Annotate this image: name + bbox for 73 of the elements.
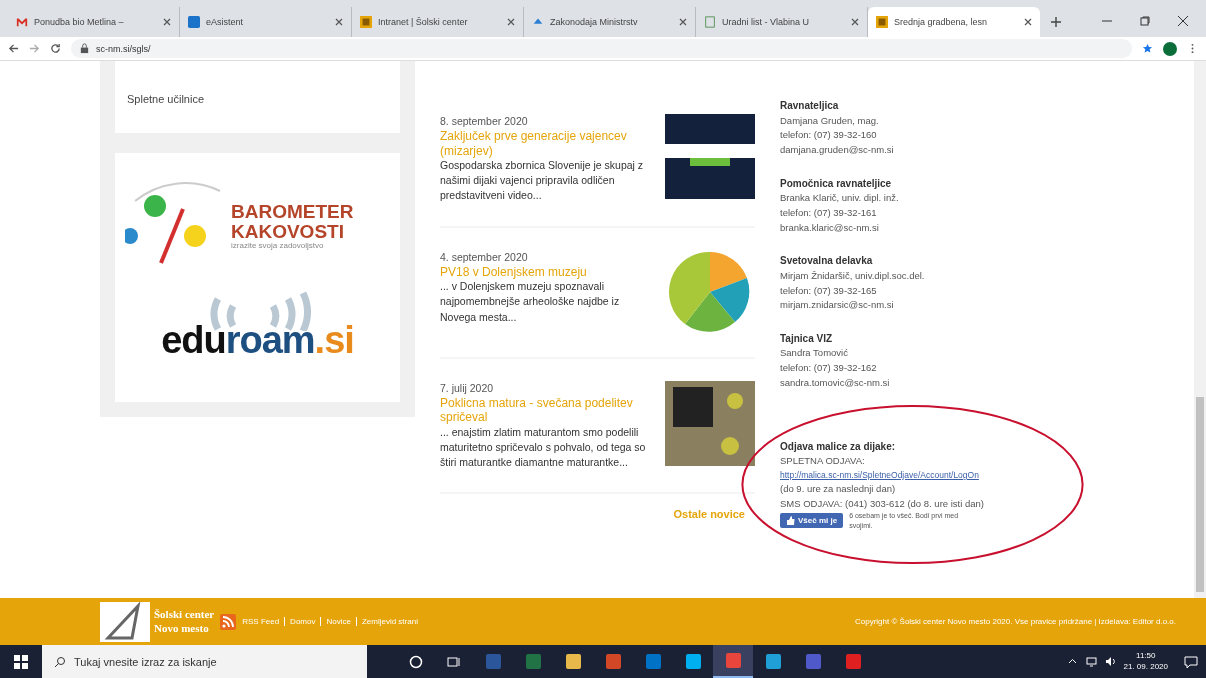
contact-role: Tajnica VIZ [780, 331, 834, 346]
like-button[interactable]: Všeč mi je [780, 513, 844, 529]
rss-icon[interactable] [220, 613, 237, 630]
app-icon [188, 16, 200, 28]
clock[interactable]: 11:50 21. 09. 2020 [1123, 651, 1168, 672]
contact-phone: telefon: (07) 39-32-162 [780, 361, 878, 376]
site-icon [360, 16, 372, 28]
browser-tab[interactable]: Ponudba bio Metlina – [8, 7, 180, 37]
banner-image[interactable] [665, 114, 755, 199]
close-icon[interactable] [163, 18, 171, 26]
contact-name: Sandra Tomović [780, 346, 849, 361]
contact-name: Damjana Gruden, mag. [780, 113, 880, 128]
speaker-icon[interactable] [1104, 656, 1116, 667]
avatar[interactable] [1163, 41, 1177, 56]
thumbs-up-icon [786, 516, 795, 526]
new-tab-icon[interactable] [1050, 16, 1062, 28]
task-view-icon[interactable] [447, 654, 461, 669]
browser-tab[interactable]: Zakonodaja Ministrstv [524, 7, 696, 37]
sidebar-link[interactable]: Spletne učilnice [115, 61, 400, 133]
contact-name: Mirjam Žnidaršič, univ.dipl.soc.del. [780, 268, 926, 283]
news-excerpt: Gospodarska zbornica Slovenije je skupaj z našimi dijaki vajenci pripravila odličen predstavitveni video... [440, 158, 645, 204]
lunch-heading: Odjava malice za dijake: [780, 439, 897, 454]
browser-tab[interactable]: Intranet | Šolski center [352, 7, 524, 37]
search-icon [54, 655, 66, 668]
document-icon [704, 16, 716, 28]
contact-name: Branka Klarič, univ. dipl. inž. [780, 191, 900, 206]
browser-tab[interactable]: eAsistent [180, 7, 352, 37]
contact-email: branka.klaric@sc-nm.si [780, 220, 880, 235]
contact-role: Pomočnica ravnateljice [780, 176, 893, 191]
browser-tab[interactable]: Srednja gradbena, lesn [868, 7, 1040, 37]
contact-email: damjana.gruden@sc-nm.si [780, 142, 895, 157]
close-icon[interactable] [507, 18, 515, 26]
star-icon[interactable] [1142, 43, 1153, 54]
network-icon[interactable] [1085, 656, 1097, 667]
news-excerpt: ... enajstim zlatim maturantom smo podelili maturitetno spričevalo s pohvalo, od tega so štiri maturantke diamantne maturantke... [440, 424, 647, 471]
eduroam-logo[interactable]: eduroam.si [125, 291, 390, 362]
contact-phone: telefon: (07) 39-32-160 [780, 128, 878, 143]
news-excerpt: ... v Dolenjskem muzeju spoznavali najpomembnejše arheološke najdbe iz Novega mesta... [440, 279, 621, 325]
reload-icon[interactable] [50, 43, 61, 54]
close-icon[interactable] [1178, 16, 1188, 26]
notification-icon[interactable] [1184, 654, 1198, 669]
lock-icon [79, 43, 90, 54]
web-cancel-note: (do 9. ure za naslednji dan) [780, 482, 897, 496]
contact-email: mirjam.znidarsic@sc-nm.si [780, 298, 895, 313]
close-icon[interactable] [679, 18, 687, 26]
contact-phone: telefon: (07) 39-32-165 [780, 283, 878, 298]
news-date: 4. september 2020 [440, 249, 529, 265]
news-date: 7. julij 2020 [440, 380, 495, 396]
photo-placeholder[interactable] [665, 380, 755, 466]
copyright-text: Copyright © Šolski center Novo mesto 2020. Vse pravice pridržane | Izdelava: Editor d.o.o. [854, 617, 1176, 626]
address-bar[interactable]: sc-nm.si/sgls/ [71, 39, 1132, 58]
contact-email: sandra.tomovic@sc-nm.si [780, 375, 891, 390]
sms-cancel-text: SMS ODJAVA: (041) 303-612 (do 8. ure isti dan) [780, 496, 985, 511]
scrollbar[interactable] [1194, 61, 1206, 598]
circle-icon[interactable] [409, 654, 423, 669]
barometer-logo[interactable]: BAROMETER KAKOVOSTI izrazite svoja zadovoljstvo [125, 181, 390, 271]
school-name: Šolski center Novo mesto [154, 608, 215, 635]
restore-icon[interactable] [1140, 16, 1150, 26]
cancel-link[interactable]: http://malica.sc-nm.si/SpletneOdjave/Account/LogOn [780, 468, 1045, 482]
mail-icon [16, 16, 28, 28]
contact-role: Ravnateljica [780, 99, 840, 113]
web-cancel-label: SPLETNA ODJAVA: [780, 454, 866, 469]
close-icon[interactable] [851, 18, 859, 26]
contact-phone: telefon: (07) 39-32-161 [780, 205, 878, 220]
windows-icon[interactable] [14, 654, 28, 669]
taskbar-app[interactable] [713, 645, 753, 678]
site-icon [876, 16, 888, 28]
search-field[interactable]: Tukaj vnesite izraz za iskanje [42, 645, 367, 678]
back-icon[interactable] [8, 43, 19, 54]
close-icon[interactable] [1024, 18, 1032, 26]
contact-role: Svetovalna delavka [780, 254, 874, 269]
news-date: 8. september 2020 [440, 114, 529, 129]
close-icon[interactable] [335, 18, 343, 26]
